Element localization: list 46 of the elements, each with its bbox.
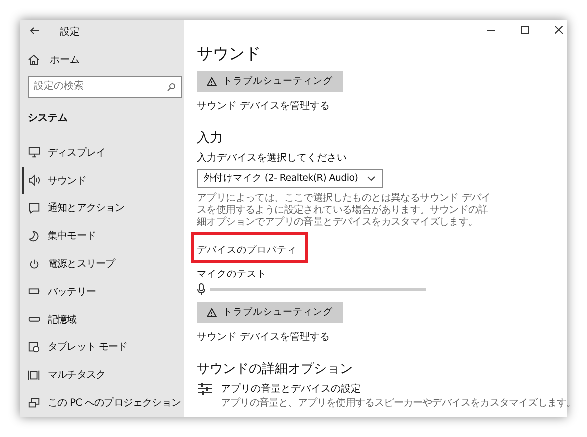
- sidebar-item[interactable]: 記憶域: [22, 306, 182, 334]
- device-dropdown[interactable]: 外付けマイク (2- Realtek(R) Audio): [197, 169, 383, 188]
- description-text: アプリによっては、ここで選択したものとは異なるサウンド デバイスを使用するように設定されている場合があります。サウンドの詳細オプションでアプリの音量とデバイスをカスタマイズします。: [197, 193, 492, 229]
- chevron-icon: [367, 176, 376, 182]
- moon-icon: [28, 230, 41, 243]
- field-label: マイクのテスト: [197, 268, 267, 281]
- section-heading: システム: [28, 112, 69, 125]
- device-properties-link[interactable]: デバイスのプロパティ: [197, 245, 297, 256]
- search-icon: [167, 82, 176, 92]
- close-icon: [555, 26, 564, 34]
- sliders-icon: [197, 382, 213, 396]
- microphone-icon: [197, 283, 206, 296]
- monitor-icon: [28, 146, 41, 160]
- section-heading: 入力: [197, 130, 223, 147]
- setting-title[interactable]: アプリの音量とデバイスの設定: [221, 382, 576, 396]
- projection-icon: [28, 396, 41, 410]
- multitask-icon: [28, 368, 41, 382]
- house-icon: [28, 54, 40, 66]
- tablet-icon: [28, 340, 41, 354]
- sidebar-item[interactable]: ディスプレイ: [22, 138, 182, 167]
- power-icon: [28, 258, 41, 271]
- warning-icon: [207, 76, 217, 86]
- sidebar-item[interactable]: タブレット モード: [22, 334, 182, 362]
- sidebar-item[interactable]: サウンド: [22, 166, 182, 194]
- warning-icon: [207, 308, 217, 318]
- sidebar-item[interactable]: 通知とアクション: [22, 194, 182, 222]
- manage-devices-link[interactable]: サウンド デバイスを管理する: [197, 99, 330, 113]
- sidebar-item[interactable]: 集中モード: [22, 222, 182, 250]
- troubleshoot-button[interactable]: トラブルシューティング: [197, 302, 343, 323]
- window-title: 設定: [60, 26, 80, 39]
- sidebar-item[interactable]: 電源とスリープ: [22, 250, 182, 278]
- speech-bubble-icon: [28, 202, 41, 215]
- setting-description: アプリの音量と、アプリを使用するスピーカーやデバイスをカスタマイズします。: [221, 396, 576, 410]
- home-link[interactable]: ホーム: [28, 51, 182, 69]
- search-field[interactable]: 設定の検索: [28, 76, 182, 98]
- page-title: サウンド: [197, 44, 261, 65]
- sidebar-item[interactable]: この PC へのプロジェクション: [22, 389, 182, 417]
- troubleshoot-button[interactable]: トラブルシューティング: [197, 71, 343, 92]
- sidebar-item[interactable]: マルチタスク: [22, 361, 182, 390]
- speaker-icon: [28, 174, 41, 188]
- section-heading: サウンドの詳細オプション: [197, 361, 353, 378]
- back-arrow-icon: [30, 27, 40, 36]
- field-label: 入力デバイスを選択してください: [197, 152, 347, 165]
- maximize-icon: [521, 26, 530, 34]
- sidebar-item[interactable]: バッテリー: [22, 278, 182, 306]
- manage-devices-link[interactable]: サウンド デバイスを管理する: [197, 330, 330, 344]
